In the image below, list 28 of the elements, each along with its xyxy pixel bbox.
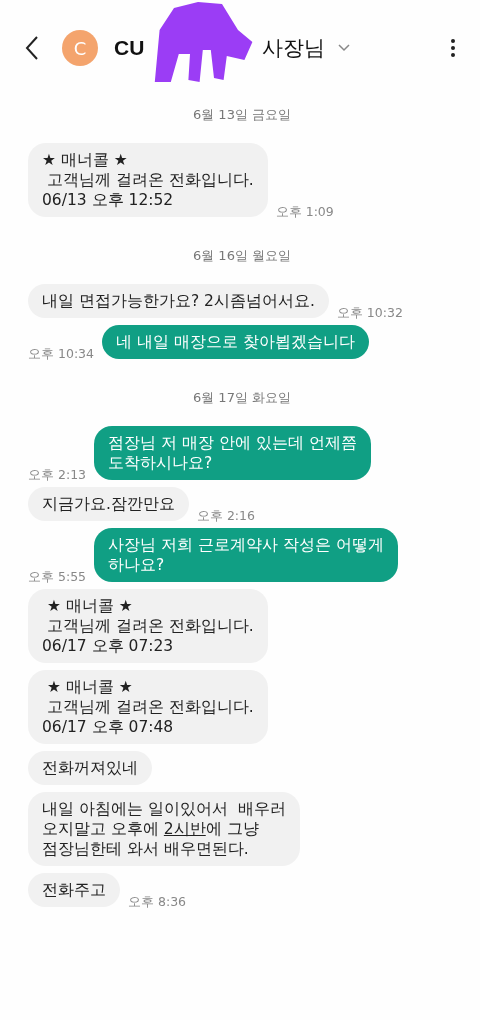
more-icon[interactable] [450, 38, 456, 58]
back-icon[interactable] [24, 35, 40, 61]
received-message: ★ 매너콜 ★ 고객님께 걸려온 전화입니다. 06/13 오후 12:52 [28, 143, 268, 217]
contact-name: CU [114, 36, 145, 60]
message-time: 오후 1:09 [275, 204, 334, 221]
message-time: 오후 2:16 [196, 508, 255, 525]
date-separator: 6월 16일 월요일 [192, 247, 292, 265]
received-message: 내일 아침에는 일이있어서 배우러 오지말고 오후에 2시반에 그냥 점장님한테 와서 배우면된다. [28, 792, 300, 866]
message-time: 오후 8:36 [128, 894, 187, 911]
message-time: 오후 5:55 [28, 569, 87, 586]
received-message: 전화주고 [28, 873, 120, 907]
received-message: 내일 면접가능한가요? 2시좀넘어서요. [28, 284, 329, 318]
received-message: 전화꺼져있네 [28, 751, 152, 785]
date-separator: 6월 17일 화요일 [192, 389, 292, 407]
contact-avatar: C [62, 30, 98, 66]
sent-message: 사장님 저희 근로계약사 작성은 어떻게 하나요? [94, 528, 398, 582]
date-separator: 6월 13일 금요일 [192, 106, 292, 124]
time-link[interactable]: 2시반 [163, 820, 206, 838]
message-time: 오후 2:13 [28, 467, 87, 484]
message-time: 오후 10:34 [28, 346, 94, 363]
contact-name: 사장님 [262, 35, 326, 62]
received-message: 지금가요.잠깐만요 [28, 487, 189, 521]
message-time: 오후 10:32 [336, 305, 403, 322]
chevron-down-icon[interactable] [337, 43, 352, 53]
received-message: ★ 매너콜 ★ 고객님께 걸려온 전화입니다. 06/17 오후 07:23 [28, 589, 268, 663]
sent-message: 네 내일 매장으로 찾아뵙겠습니다 [102, 325, 369, 359]
sent-message: 점장님 저 매장 안에 있는데 언제쯤 도착하시나요? [94, 426, 371, 480]
received-message: ★ 매너콜 ★ 고객님께 걸려온 전화입니다. 06/17 오후 07:48 [28, 670, 268, 744]
